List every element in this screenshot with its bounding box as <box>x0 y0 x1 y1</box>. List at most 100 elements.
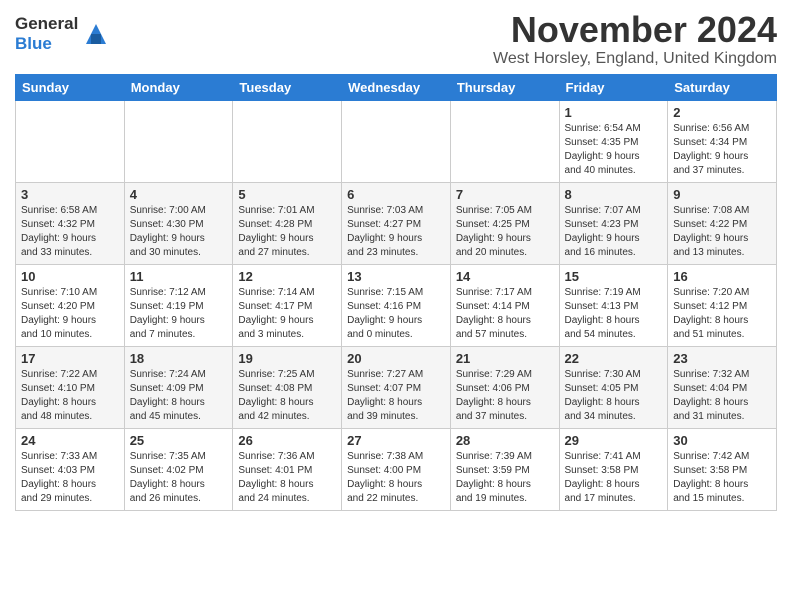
header-row: SundayMondayTuesdayWednesdayThursdayFrid… <box>16 74 777 100</box>
day-cell: 11 Sunrise: 7:12 AM Sunset: 4:19 PM Dayli… <box>124 264 233 346</box>
day-info: Sunrise: 7:14 AM Sunset: 4:17 PM Dayligh… <box>238 286 336 342</box>
day-cell: 22 Sunrise: 7:30 AM Sunset: 4:05 PM Dayli… <box>559 346 668 428</box>
day-number: 4 <box>130 187 228 202</box>
day-info: Sunrise: 7:03 AM Sunset: 4:27 PM Dayligh… <box>347 204 445 260</box>
day-cell <box>450 100 559 182</box>
col-header-wednesday: Wednesday <box>342 74 451 100</box>
day-info: Sunrise: 7:22 AM Sunset: 4:10 PM Dayligh… <box>21 368 119 424</box>
day-cell: 8 Sunrise: 7:07 AM Sunset: 4:23 PM Daylig… <box>559 182 668 264</box>
day-info: Sunrise: 7:30 AM Sunset: 4:05 PM Dayligh… <box>565 368 663 424</box>
day-info: Sunrise: 7:38 AM Sunset: 4:00 PM Dayligh… <box>347 450 445 506</box>
day-cell: 6Sunrise: 7:03 AM Sunset: 4:27 PM Daylig… <box>342 182 451 264</box>
day-info: Sunrise: 7:20 AM Sunset: 4:12 PM Dayligh… <box>673 286 771 342</box>
day-number: 28 <box>456 433 554 448</box>
week-row-0: 1 Sunrise: 6:54 AM Sunset: 4:35 PM Daylig… <box>16 100 777 182</box>
logo: General Blue <box>15 14 111 53</box>
day-cell <box>124 100 233 182</box>
day-number: 8 <box>565 187 663 202</box>
logo-general: General <box>15 14 78 34</box>
col-header-saturday: Saturday <box>668 74 777 100</box>
day-cell: 4Sunrise: 7:00 AM Sunset: 4:30 PM Daylig… <box>124 182 233 264</box>
day-number: 2 <box>673 105 771 120</box>
day-info: Sunrise: 7:42 AM Sunset: 3:58 PM Dayligh… <box>673 450 771 506</box>
day-info: Sunrise: 7:15 AM Sunset: 4:16 PM Dayligh… <box>347 286 445 342</box>
day-cell: 29Sunrise: 7:41 AM Sunset: 3:58 PM Dayli… <box>559 428 668 510</box>
day-number: 11 <box>130 269 228 284</box>
day-number: 1 <box>565 105 663 120</box>
day-cell: 20 Sunrise: 7:27 AM Sunset: 4:07 PM Dayli… <box>342 346 451 428</box>
day-info: Sunrise: 7:19 AM Sunset: 4:13 PM Dayligh… <box>565 286 663 342</box>
day-number: 24 <box>21 433 119 448</box>
month-title: November 2024 <box>493 10 777 50</box>
day-info: Sunrise: 6:58 AM Sunset: 4:32 PM Dayligh… <box>21 204 119 260</box>
day-number: 18 <box>130 351 228 366</box>
day-info: Sunrise: 7:35 AM Sunset: 4:02 PM Dayligh… <box>130 450 228 506</box>
day-cell: 19 Sunrise: 7:25 AM Sunset: 4:08 PM Dayli… <box>233 346 342 428</box>
day-cell: 13 Sunrise: 7:15 AM Sunset: 4:16 PM Dayli… <box>342 264 451 346</box>
day-cell: 28 Sunrise: 7:39 AM Sunset: 3:59 PM Dayli… <box>450 428 559 510</box>
day-info: Sunrise: 7:24 AM Sunset: 4:09 PM Dayligh… <box>130 368 228 424</box>
day-cell: 7Sunrise: 7:05 AM Sunset: 4:25 PM Daylig… <box>450 182 559 264</box>
day-number: 9 <box>673 187 771 202</box>
day-info: Sunrise: 7:33 AM Sunset: 4:03 PM Dayligh… <box>21 450 119 506</box>
day-number: 25 <box>130 433 228 448</box>
day-number: 3 <box>21 187 119 202</box>
day-number: 22 <box>565 351 663 366</box>
day-number: 16 <box>673 269 771 284</box>
day-number: 7 <box>456 187 554 202</box>
logo-icon <box>81 19 111 49</box>
week-row-2: 10Sunrise: 7:10 AM Sunset: 4:20 PM Dayli… <box>16 264 777 346</box>
day-info: Sunrise: 7:08 AM Sunset: 4:22 PM Dayligh… <box>673 204 771 260</box>
day-cell: 21Sunrise: 7:29 AM Sunset: 4:06 PM Dayli… <box>450 346 559 428</box>
day-number: 15 <box>565 269 663 284</box>
day-cell: 26 Sunrise: 7:36 AM Sunset: 4:01 PM Dayli… <box>233 428 342 510</box>
col-header-monday: Monday <box>124 74 233 100</box>
day-info: Sunrise: 7:36 AM Sunset: 4:01 PM Dayligh… <box>238 450 336 506</box>
day-info: Sunrise: 7:29 AM Sunset: 4:06 PM Dayligh… <box>456 368 554 424</box>
day-number: 26 <box>238 433 336 448</box>
day-info: Sunrise: 6:54 AM Sunset: 4:35 PM Dayligh… <box>565 122 663 178</box>
day-number: 27 <box>347 433 445 448</box>
day-number: 29 <box>565 433 663 448</box>
day-info: Sunrise: 7:07 AM Sunset: 4:23 PM Dayligh… <box>565 204 663 260</box>
week-row-4: 24 Sunrise: 7:33 AM Sunset: 4:03 PM Dayli… <box>16 428 777 510</box>
day-number: 12 <box>238 269 336 284</box>
day-cell <box>342 100 451 182</box>
day-cell: 17 Sunrise: 7:22 AM Sunset: 4:10 PM Dayli… <box>16 346 125 428</box>
day-info: Sunrise: 6:56 AM Sunset: 4:34 PM Dayligh… <box>673 122 771 178</box>
day-number: 17 <box>21 351 119 366</box>
day-number: 14 <box>456 269 554 284</box>
day-cell: 15 Sunrise: 7:19 AM Sunset: 4:13 PM Dayli… <box>559 264 668 346</box>
day-cell: 1 Sunrise: 6:54 AM Sunset: 4:35 PM Daylig… <box>559 100 668 182</box>
day-info: Sunrise: 7:39 AM Sunset: 3:59 PM Dayligh… <box>456 450 554 506</box>
col-header-friday: Friday <box>559 74 668 100</box>
day-info: Sunrise: 7:17 AM Sunset: 4:14 PM Dayligh… <box>456 286 554 342</box>
week-row-1: 3 Sunrise: 6:58 AM Sunset: 4:32 PM Daylig… <box>16 182 777 264</box>
day-cell: 3 Sunrise: 6:58 AM Sunset: 4:32 PM Daylig… <box>16 182 125 264</box>
col-header-thursday: Thursday <box>450 74 559 100</box>
calendar-table: SundayMondayTuesdayWednesdayThursdayFrid… <box>15 74 777 511</box>
day-cell: 30 Sunrise: 7:42 AM Sunset: 3:58 PM Dayli… <box>668 428 777 510</box>
day-number: 13 <box>347 269 445 284</box>
day-cell: 14 Sunrise: 7:17 AM Sunset: 4:14 PM Dayli… <box>450 264 559 346</box>
day-cell <box>16 100 125 182</box>
day-info: Sunrise: 7:25 AM Sunset: 4:08 PM Dayligh… <box>238 368 336 424</box>
day-cell: 2 Sunrise: 6:56 AM Sunset: 4:34 PM Daylig… <box>668 100 777 182</box>
day-cell: 16 Sunrise: 7:20 AM Sunset: 4:12 PM Dayli… <box>668 264 777 346</box>
day-number: 30 <box>673 433 771 448</box>
day-cell: 27 Sunrise: 7:38 AM Sunset: 4:00 PM Dayli… <box>342 428 451 510</box>
col-header-sunday: Sunday <box>16 74 125 100</box>
day-info: Sunrise: 7:12 AM Sunset: 4:19 PM Dayligh… <box>130 286 228 342</box>
day-cell: 23Sunrise: 7:32 AM Sunset: 4:04 PM Dayli… <box>668 346 777 428</box>
day-number: 19 <box>238 351 336 366</box>
day-cell: 12 Sunrise: 7:14 AM Sunset: 4:17 PM Dayli… <box>233 264 342 346</box>
day-cell: 18 Sunrise: 7:24 AM Sunset: 4:09 PM Dayli… <box>124 346 233 428</box>
day-info: Sunrise: 7:01 AM Sunset: 4:28 PM Dayligh… <box>238 204 336 260</box>
week-row-3: 17 Sunrise: 7:22 AM Sunset: 4:10 PM Dayli… <box>16 346 777 428</box>
logo-blue: Blue <box>15 34 78 54</box>
location: West Horsley, England, United Kingdom <box>493 50 777 68</box>
day-cell: 25 Sunrise: 7:35 AM Sunset: 4:02 PM Dayli… <box>124 428 233 510</box>
day-cell <box>233 100 342 182</box>
day-number: 20 <box>347 351 445 366</box>
day-info: Sunrise: 7:27 AM Sunset: 4:07 PM Dayligh… <box>347 368 445 424</box>
